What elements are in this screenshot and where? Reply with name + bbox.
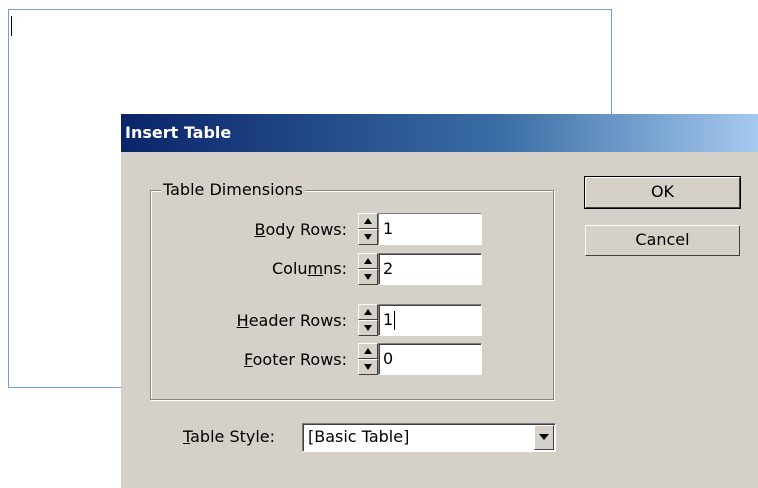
footer-rows-spinner[interactable] [358,343,378,375]
chevron-down-icon [539,434,549,440]
spin-down-arrow-icon [364,325,372,331]
columns-increment-button[interactable] [358,253,378,269]
spin-up-arrow-icon [364,258,372,264]
body-rows-increment-button[interactable] [358,213,378,229]
header-rows-label: Header Rows: [236,311,347,330]
header-rows-value: 1 [383,310,394,329]
body-rows-spinner[interactable] [358,213,378,245]
columns-input[interactable]: 2 [378,253,482,285]
columns-spinner[interactable] [358,253,378,285]
header-rows-input[interactable]: 1 [378,304,482,336]
spin-up-arrow-icon [364,218,372,224]
columns-label: Columns: [271,259,347,278]
table-dimensions-label: Table Dimensions [161,180,305,200]
document-text-caret [11,16,12,36]
input-caret [394,311,396,330]
footer-rows-increment-button[interactable] [358,343,378,359]
table-style-select[interactable]: [Basic Table] [302,423,556,452]
cancel-button[interactable]: Cancel [585,225,740,256]
spin-up-arrow-icon [364,309,372,315]
spin-down-arrow-icon [364,274,372,280]
spin-up-arrow-icon [364,348,372,354]
footer-rows-label: Footer Rows: [244,350,347,369]
body-rows-decrement-button[interactable] [358,229,378,245]
ok-button[interactable]: OK [584,176,741,209]
footer-rows-decrement-button[interactable] [358,359,378,375]
table-style-label: Table Style: [183,427,276,446]
dialog-titlebar[interactable]: Insert Table [121,114,758,152]
footer-rows-input[interactable]: 0 [378,343,482,375]
spin-down-arrow-icon [364,364,372,370]
columns-decrement-button[interactable] [358,269,378,285]
body-rows-input[interactable]: 1 [378,213,482,245]
header-rows-decrement-button[interactable] [358,320,378,336]
dialog-title: Insert Table [125,123,232,142]
spin-down-arrow-icon [364,234,372,240]
table-style-dropdown-button[interactable] [534,425,554,450]
insert-table-dialog: Insert Table Table Dimensions Body Rows:… [121,114,758,488]
header-rows-spinner[interactable] [358,304,378,336]
body-rows-label: Body Rows: [254,220,347,239]
table-style-value: [Basic Table] [308,427,410,446]
header-rows-increment-button[interactable] [358,304,378,320]
